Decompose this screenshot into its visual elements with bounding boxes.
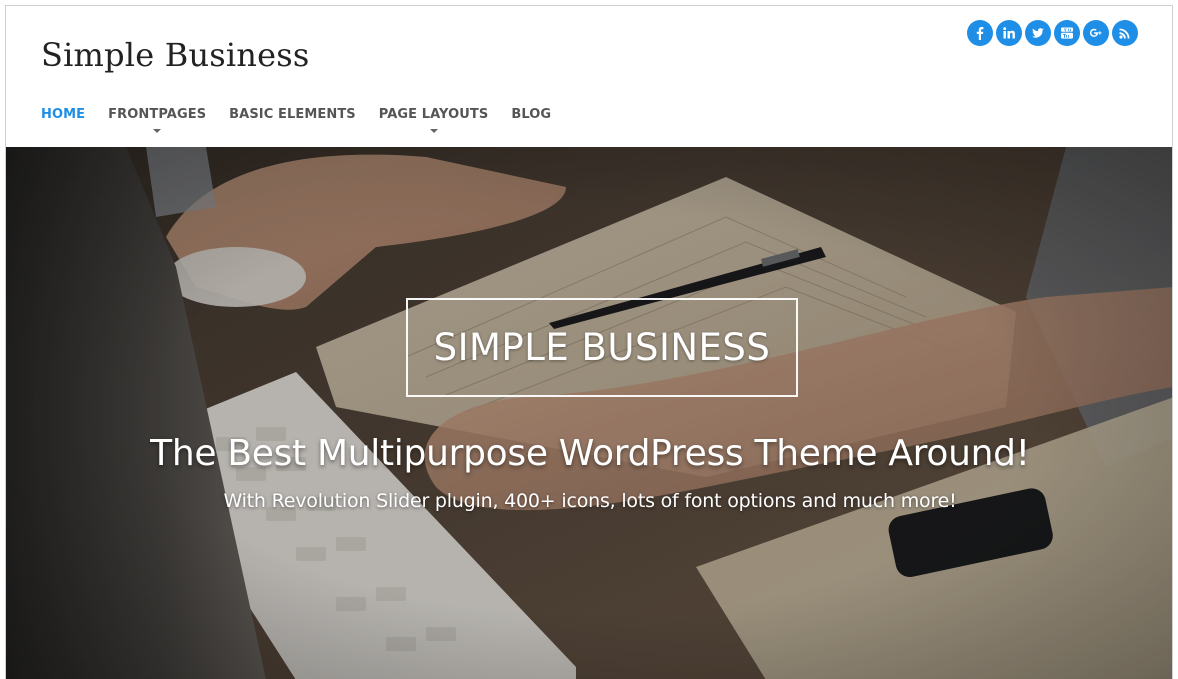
linkedin-icon[interactable] bbox=[996, 20, 1022, 46]
nav-item-frontpages[interactable]: FRONTPAGES bbox=[108, 107, 207, 133]
hero-title-box: SIMPLE BUSINESS bbox=[406, 298, 798, 397]
twitter-icon[interactable] bbox=[1025, 20, 1051, 46]
nav-item-basic-elements[interactable]: BASIC ELEMENTS bbox=[229, 107, 356, 122]
nav-label-home: HOME bbox=[41, 107, 86, 122]
hero-slider[interactable]: SIMPLE BUSINESS The Best Multipurpose Wo… bbox=[6, 147, 1172, 679]
hero-headline: The Best Multipurpose WordPress Theme Ar… bbox=[150, 433, 1030, 474]
facebook-icon[interactable] bbox=[967, 20, 993, 46]
nav-label-frontpages: FRONTPAGES bbox=[108, 107, 207, 122]
page-frame: Simple Business HOME FRONTPAGES BASIC EL… bbox=[5, 5, 1173, 679]
nav-item-page-layouts[interactable]: PAGE LAYOUTS bbox=[378, 107, 489, 133]
hero-box-title: SIMPLE BUSINESS bbox=[433, 326, 771, 369]
main-nav: HOME FRONTPAGES BASIC ELEMENTS PAGE LAYO… bbox=[41, 107, 551, 133]
nav-label-page-layouts: PAGE LAYOUTS bbox=[378, 107, 489, 122]
hero-subheadline: With Revolution Slider plugin, 400+ icon… bbox=[223, 490, 957, 512]
google-plus-icon[interactable] bbox=[1083, 20, 1109, 46]
nav-label-basic-elements: BASIC ELEMENTS bbox=[229, 107, 356, 122]
nav-label-blog: BLOG bbox=[511, 107, 552, 122]
social-icons bbox=[967, 20, 1138, 46]
site-title[interactable]: Simple Business bbox=[41, 36, 310, 74]
dropdown-caret-icon bbox=[153, 129, 162, 133]
hero-background-image bbox=[6, 147, 1172, 679]
nav-item-blog[interactable]: BLOG bbox=[511, 107, 551, 122]
nav-item-home[interactable]: HOME bbox=[41, 107, 85, 122]
youtube-icon[interactable] bbox=[1054, 20, 1080, 46]
rss-icon[interactable] bbox=[1112, 20, 1138, 46]
dropdown-caret-icon bbox=[429, 129, 438, 133]
